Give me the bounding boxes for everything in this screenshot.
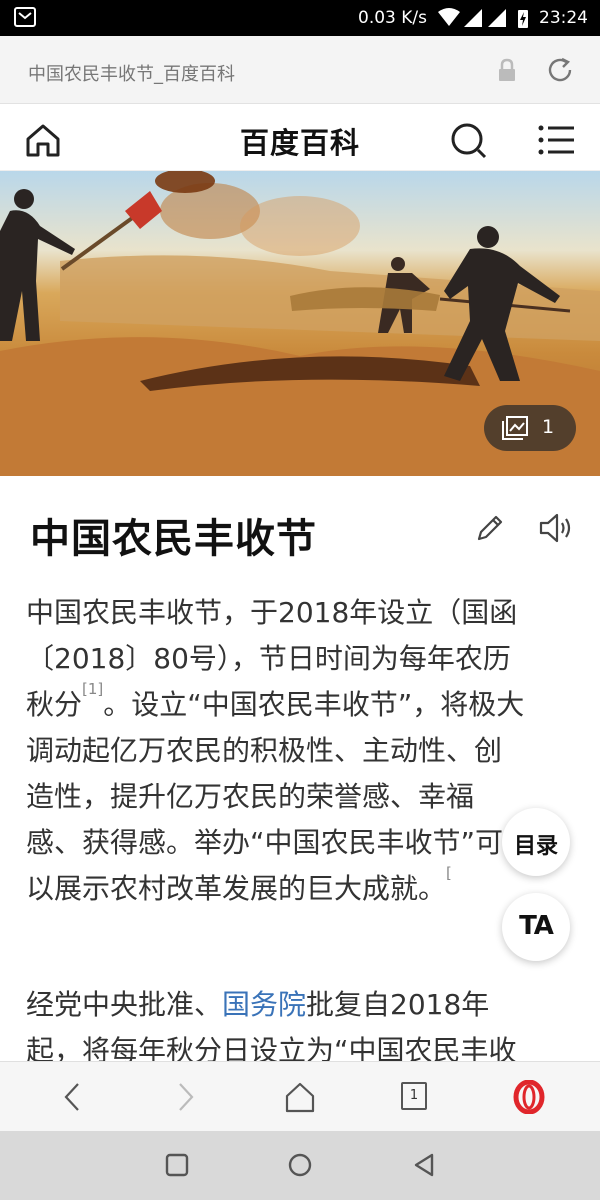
forward-icon[interactable] bbox=[174, 1080, 198, 1114]
citation-ref[interactable]: [ bbox=[446, 864, 452, 882]
wifi-icon bbox=[438, 8, 460, 26]
state-council-link[interactable]: 国务院 bbox=[222, 988, 306, 1021]
tab-count: 1 bbox=[409, 1088, 419, 1103]
signal-icon bbox=[488, 9, 506, 27]
entry-title: 中国农民丰收节 bbox=[30, 516, 317, 562]
text-line: 中国农民丰收节，于2018年设立（国函 bbox=[26, 596, 518, 629]
menu-icon[interactable] bbox=[538, 125, 574, 155]
text-span: 批复自2018年 bbox=[306, 988, 490, 1021]
text-span: 经党中央批准、 bbox=[26, 988, 223, 1021]
article-content: 中国农民丰收节 中国农民丰收节，于2018年设立（国函 〔2018〕80号），节… bbox=[0, 476, 600, 1061]
reload-icon[interactable] bbox=[545, 55, 575, 85]
status-bar: 0.03 K/s 23:24 bbox=[0, 0, 600, 36]
table-of-contents-button[interactable]: 目录 bbox=[502, 808, 570, 876]
text-line: 感、获得感。举办“中国农民丰收节”可 bbox=[26, 826, 504, 859]
image-count: 1 bbox=[542, 416, 555, 438]
text-line: 以展示农村改革发展的巨大成就。[ bbox=[26, 866, 574, 912]
gallery-icon bbox=[502, 416, 528, 440]
system-nav-bar bbox=[0, 1131, 600, 1200]
home-icon[interactable] bbox=[284, 1080, 316, 1114]
notification-icon bbox=[14, 7, 36, 27]
text-span: 。设立“中国农民丰收节”，将极大 bbox=[103, 688, 525, 721]
network-speed: 0.03 K/s bbox=[358, 8, 427, 28]
site-header: 百度百科 bbox=[0, 105, 600, 171]
opera-icon[interactable] bbox=[513, 1080, 545, 1114]
back-icon[interactable] bbox=[60, 1080, 84, 1114]
lock-icon bbox=[499, 58, 515, 81]
clock: 23:24 bbox=[539, 8, 588, 28]
image-gallery-badge[interactable]: 1 bbox=[484, 405, 576, 451]
page-title-url[interactable]: 中国农民丰收节_百度百科 bbox=[28, 60, 235, 86]
second-paragraph: 经党中央批准、国务院批复自2018年 起，将每年秋分日设立为“中国农民丰收 bbox=[26, 982, 574, 1061]
intro-paragraph: 中国农民丰收节，于2018年设立（国函 〔2018〕80号），节日时间为每年农历… bbox=[26, 590, 574, 912]
text-line: 造性，提升亿万农民的荣誉感、幸福 bbox=[26, 780, 475, 813]
hero-image[interactable]: 1 bbox=[0, 171, 600, 476]
text-line: 经党中央批准、国务院批复自2018年 bbox=[26, 982, 574, 1028]
text-span: 以展示农村改革发展的巨大成就。 bbox=[26, 872, 447, 905]
citation-ref[interactable]: [1] bbox=[82, 680, 103, 698]
signal-icons bbox=[438, 8, 528, 28]
browser-toolbar: 1 bbox=[0, 1061, 600, 1131]
text-line: 调动起亿万农民的积极性、主动性、创 bbox=[26, 734, 503, 767]
address-bar[interactable]: 中国农民丰收节_百度百科 bbox=[0, 36, 600, 104]
text-line: 秋分[1]。设立“中国农民丰收节”，将极大 bbox=[26, 682, 574, 728]
search-icon[interactable] bbox=[450, 122, 488, 160]
edit-icon[interactable] bbox=[474, 512, 506, 544]
text-span: 秋分 bbox=[26, 688, 83, 721]
signal-icon bbox=[464, 9, 482, 27]
home-button-icon[interactable] bbox=[288, 1153, 312, 1177]
ta-label: TA bbox=[519, 911, 554, 941]
text-line: 起，将每年秋分日设立为“中国农民丰收 bbox=[26, 1034, 517, 1061]
charging-icon bbox=[518, 10, 528, 28]
tabs-button[interactable]: 1 bbox=[401, 1082, 427, 1110]
recent-apps-icon[interactable] bbox=[165, 1153, 189, 1177]
back-button-icon[interactable] bbox=[412, 1153, 436, 1177]
text-line: 〔2018〕80号），节日时间为每年农历 bbox=[26, 642, 511, 675]
site-title[interactable]: 百度百科 bbox=[0, 120, 600, 162]
ta-button[interactable]: TA bbox=[502, 893, 570, 961]
toc-label: 目录 bbox=[513, 834, 558, 859]
speaker-icon[interactable] bbox=[538, 512, 574, 544]
